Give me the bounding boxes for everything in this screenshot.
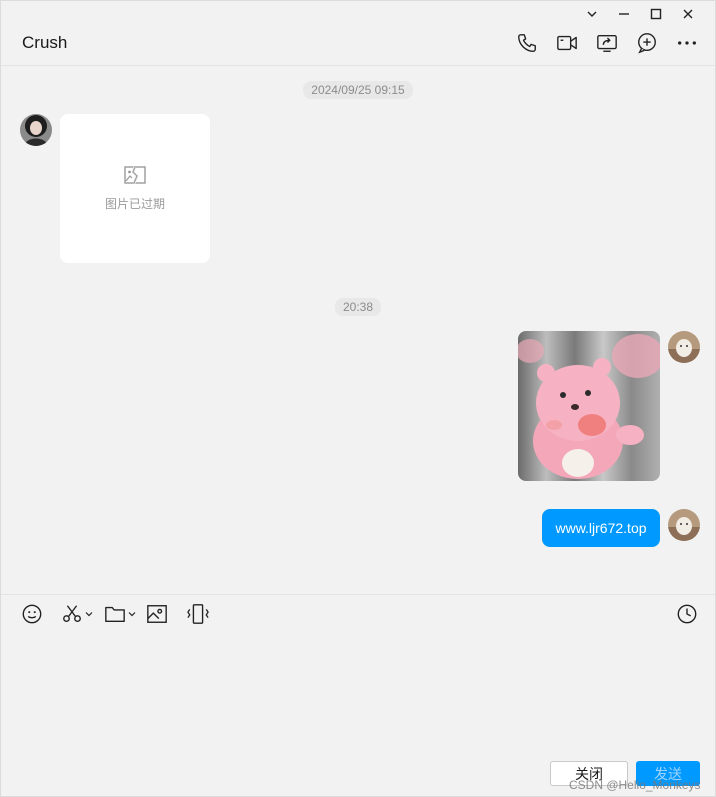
- close-icon[interactable]: [679, 5, 697, 23]
- expired-image-label: 图片已过期: [104, 196, 165, 211]
- phone-icon[interactable]: [515, 31, 539, 55]
- chat-header: Crush: [1, 23, 715, 66]
- more-icon[interactable]: [675, 31, 699, 55]
- timestamp: 2024/09/25 09:15: [1, 81, 715, 99]
- avatar[interactable]: [668, 331, 700, 363]
- timestamp-text: 2024/09/25 09:15: [303, 81, 413, 99]
- chevron-down-icon[interactable]: [85, 610, 93, 618]
- header-actions: [515, 31, 699, 55]
- scissors-icon[interactable]: [61, 602, 93, 626]
- folder-icon[interactable]: [104, 602, 136, 626]
- timestamp: 20:38: [1, 298, 715, 316]
- vibrate-icon[interactable]: [186, 602, 210, 626]
- clock-icon[interactable]: [676, 602, 698, 626]
- message-input[interactable]: [11, 633, 705, 748]
- link-message[interactable]: www.ljr672.top: [542, 509, 660, 547]
- chat-window: Crush 2024/09/25 09:15 图片已过期 20:38 www.l…: [0, 0, 716, 797]
- divider: [1, 594, 715, 595]
- minimize-icon[interactable]: [615, 5, 633, 23]
- avatar[interactable]: [20, 114, 52, 146]
- sticker-image[interactable]: [518, 331, 660, 481]
- watermark: CSDN @Hello_Monkeys: [569, 778, 701, 792]
- screen-share-icon[interactable]: [595, 31, 619, 55]
- video-call-icon[interactable]: [555, 31, 579, 55]
- add-member-icon[interactable]: [635, 31, 659, 55]
- link-text[interactable]: www.ljr672.top: [555, 520, 646, 536]
- maximize-icon[interactable]: [647, 5, 665, 23]
- chevron-down-icon[interactable]: [128, 610, 136, 618]
- image-icon[interactable]: [146, 602, 168, 626]
- chevron-down-icon[interactable]: [583, 5, 601, 23]
- chat-title: Crush: [22, 33, 68, 52]
- expired-image-message[interactable]: 图片已过期: [60, 114, 210, 263]
- timestamp-text: 20:38: [334, 298, 382, 316]
- emoji-icon[interactable]: [21, 602, 43, 626]
- window-controls: [583, 5, 697, 23]
- avatar[interactable]: [668, 509, 700, 541]
- broken-image-icon: [124, 165, 146, 189]
